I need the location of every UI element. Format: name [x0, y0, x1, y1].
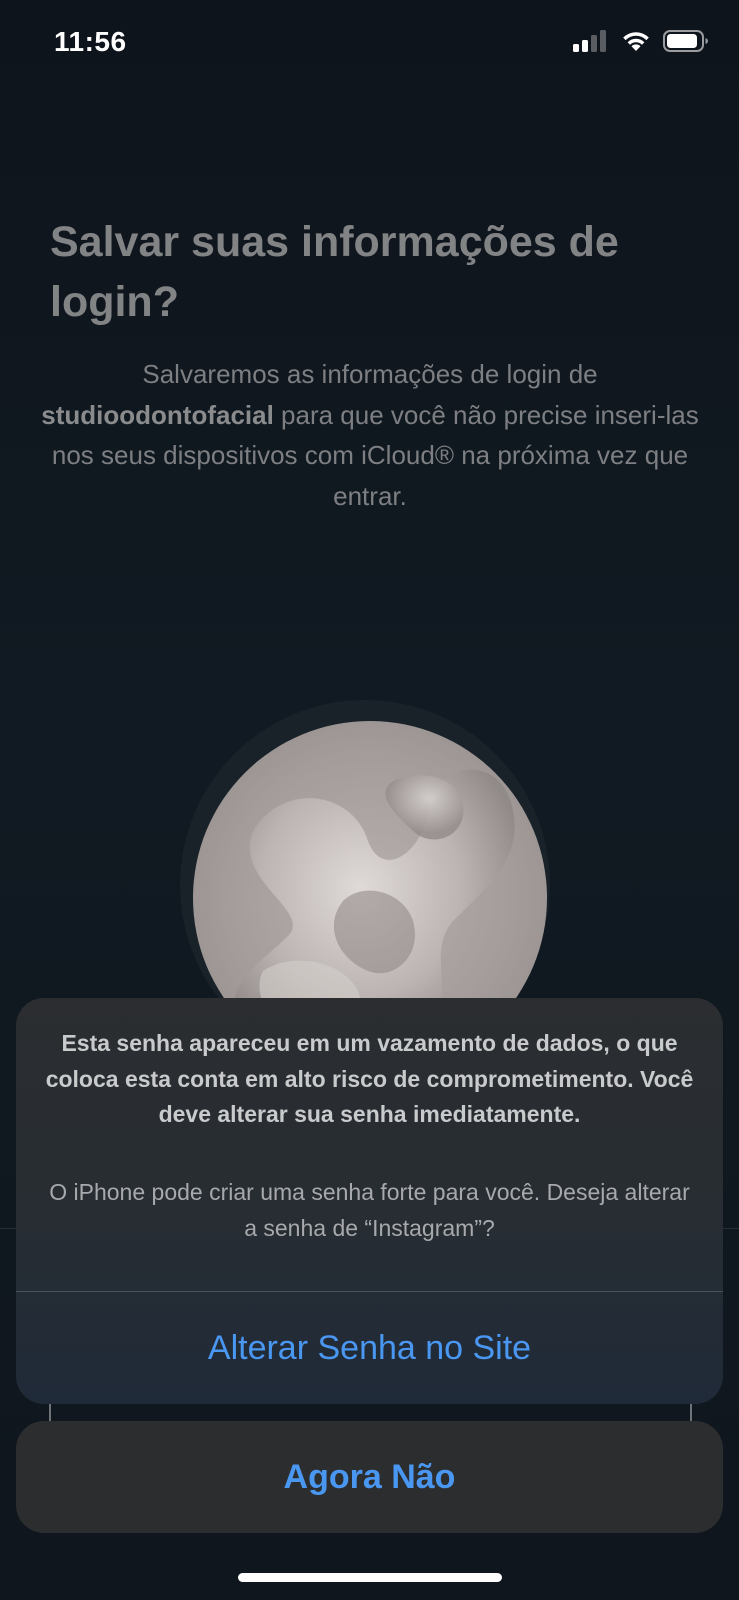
alert-message: Esta senha apareceu em um vazamento de d…	[45, 1030, 694, 1127]
screen: 11:56 Salvar suas informações de login? …	[0, 0, 739, 1600]
status-time: 11:56	[54, 26, 127, 57]
wifi-icon	[623, 32, 649, 51]
description-prefix: Salvaremos as informações de login de	[142, 359, 598, 389]
account-username: studioodontofacial	[41, 399, 274, 430]
change-password-button[interactable]: Alterar Senha no Site	[16, 1292, 723, 1404]
cellular-signal-icon	[573, 30, 606, 52]
page-title: Salvar suas informações de login?	[50, 218, 619, 326]
password-leak-alert: Esta senha apareceu em um vazamento de d…	[16, 998, 723, 1404]
battery-icon	[663, 30, 708, 52]
home-indicator[interactable]	[238, 1573, 502, 1582]
alert-subtext: O iPhone pode criar uma senha forte para…	[49, 1179, 690, 1241]
status-icons	[573, 30, 709, 52]
page-description: Salvaremos as informações de login de st…	[36, 354, 704, 516]
not-now-button[interactable]: Agora Não	[16, 1421, 723, 1533]
